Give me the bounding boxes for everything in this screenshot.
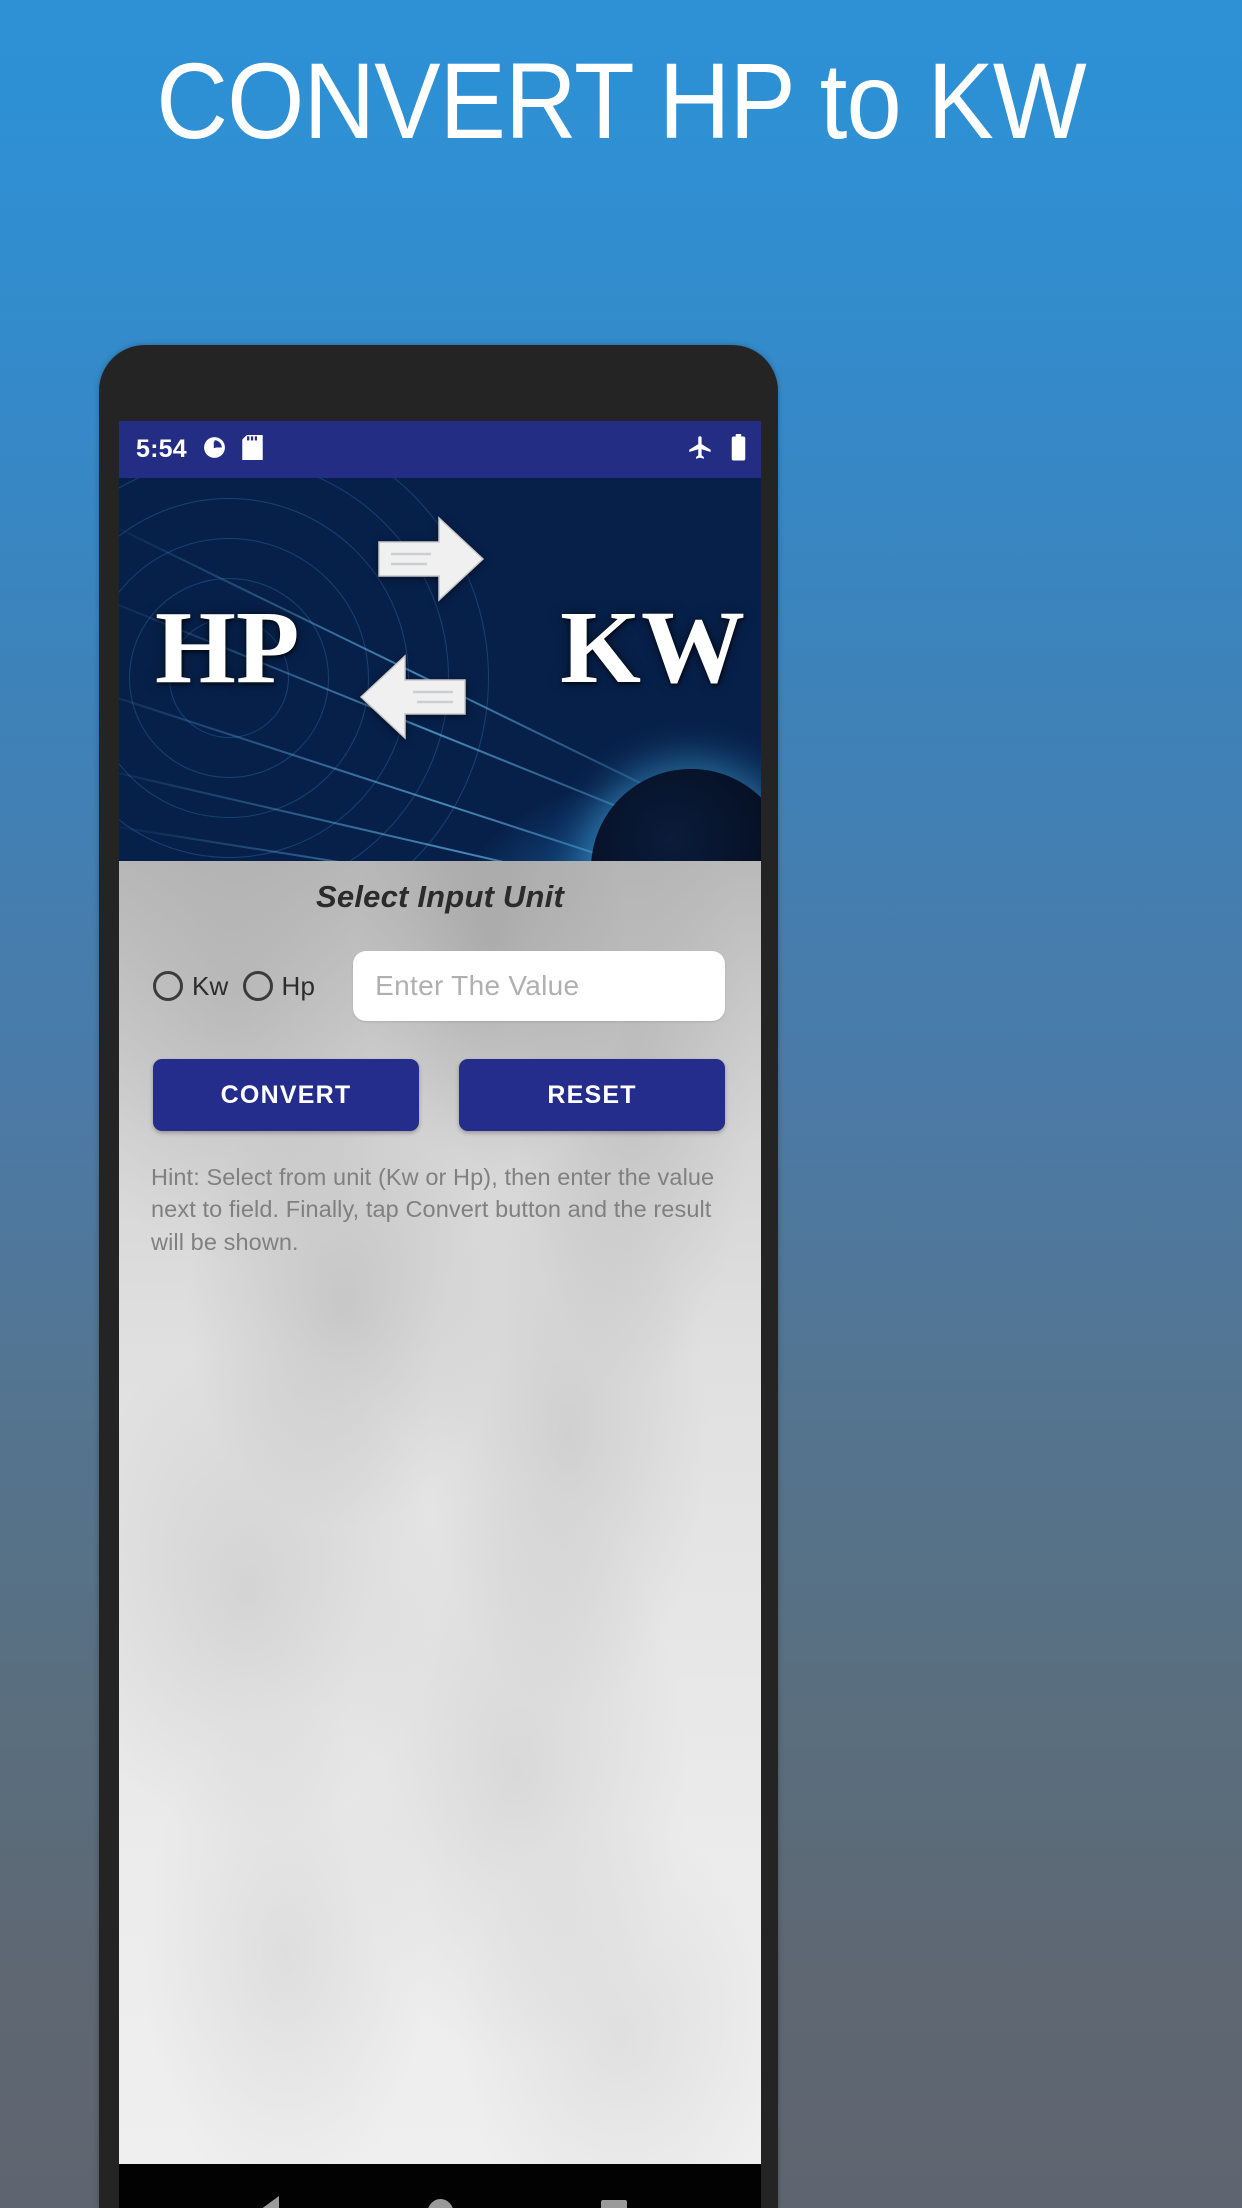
radio-circle-icon[interactable] — [242, 971, 273, 1001]
status-bar-clock: 5:54 — [136, 435, 187, 463]
reset-button[interactable]: RESET — [459, 1059, 725, 1131]
radio-label-kw: Kw — [192, 970, 229, 1001]
sd-card-icon — [242, 434, 263, 465]
app-banner: HP KW — [119, 478, 761, 861]
arrow-right-icon — [377, 516, 485, 602]
banner-glow-decoration — [461, 681, 761, 861]
status-bar: 5:54 — [119, 421, 761, 478]
phone-mockup: 5:54 HP KW Select Input Unit Kw Hp Enter… — [99, 345, 778, 2208]
phone-screen: 5:54 HP KW Select Input Unit Kw Hp Enter… — [119, 421, 761, 2208]
arrow-left-icon — [359, 654, 467, 740]
input-row: Kw Hp Enter The Value — [119, 951, 761, 1021]
nav-home-button[interactable] — [395, 2185, 485, 2208]
action-button-row: CONVERT RESET — [119, 1059, 761, 1131]
battery-icon — [730, 433, 747, 466]
value-input-placeholder: Enter The Value — [375, 970, 580, 1001]
radio-option-hp[interactable]: Hp — [242, 970, 316, 1002]
back-triangle-icon — [253, 2195, 279, 2208]
unit-radio-group: Kw Hp — [153, 971, 315, 1002]
convert-button[interactable]: CONVERT — [153, 1059, 419, 1131]
value-input[interactable]: Enter The Value — [353, 951, 725, 1021]
status-bar-right — [687, 433, 747, 466]
banner-label-hp: HP — [155, 590, 300, 705]
android-nav-bar — [119, 2164, 761, 2208]
app-content: Select Input Unit Kw Hp Enter The Value — [119, 861, 761, 2164]
banner-sphere-decoration — [591, 769, 761, 861]
status-bar-left: 5:54 — [136, 434, 263, 465]
nav-recents-button[interactable] — [569, 2185, 659, 2208]
nav-back-button[interactable] — [221, 2185, 311, 2208]
home-circle-icon — [426, 2199, 454, 2208]
airplane-mode-icon — [687, 434, 714, 466]
banner-label-kw: KW — [560, 590, 745, 705]
radio-option-kw[interactable]: Kw — [153, 971, 229, 1002]
radio-label-hp: Hp — [281, 970, 316, 1001]
radio-circle-icon[interactable] — [153, 971, 183, 1001]
select-input-unit-label: Select Input Unit — [316, 879, 564, 914]
recents-square-icon — [601, 2199, 627, 2208]
alarm-clock-icon — [202, 435, 227, 465]
page-title: CONVERT HP to KW — [156, 40, 1086, 161]
hint-text: Hint: Select from unit (Kw or Hp), then … — [151, 1164, 715, 1255]
